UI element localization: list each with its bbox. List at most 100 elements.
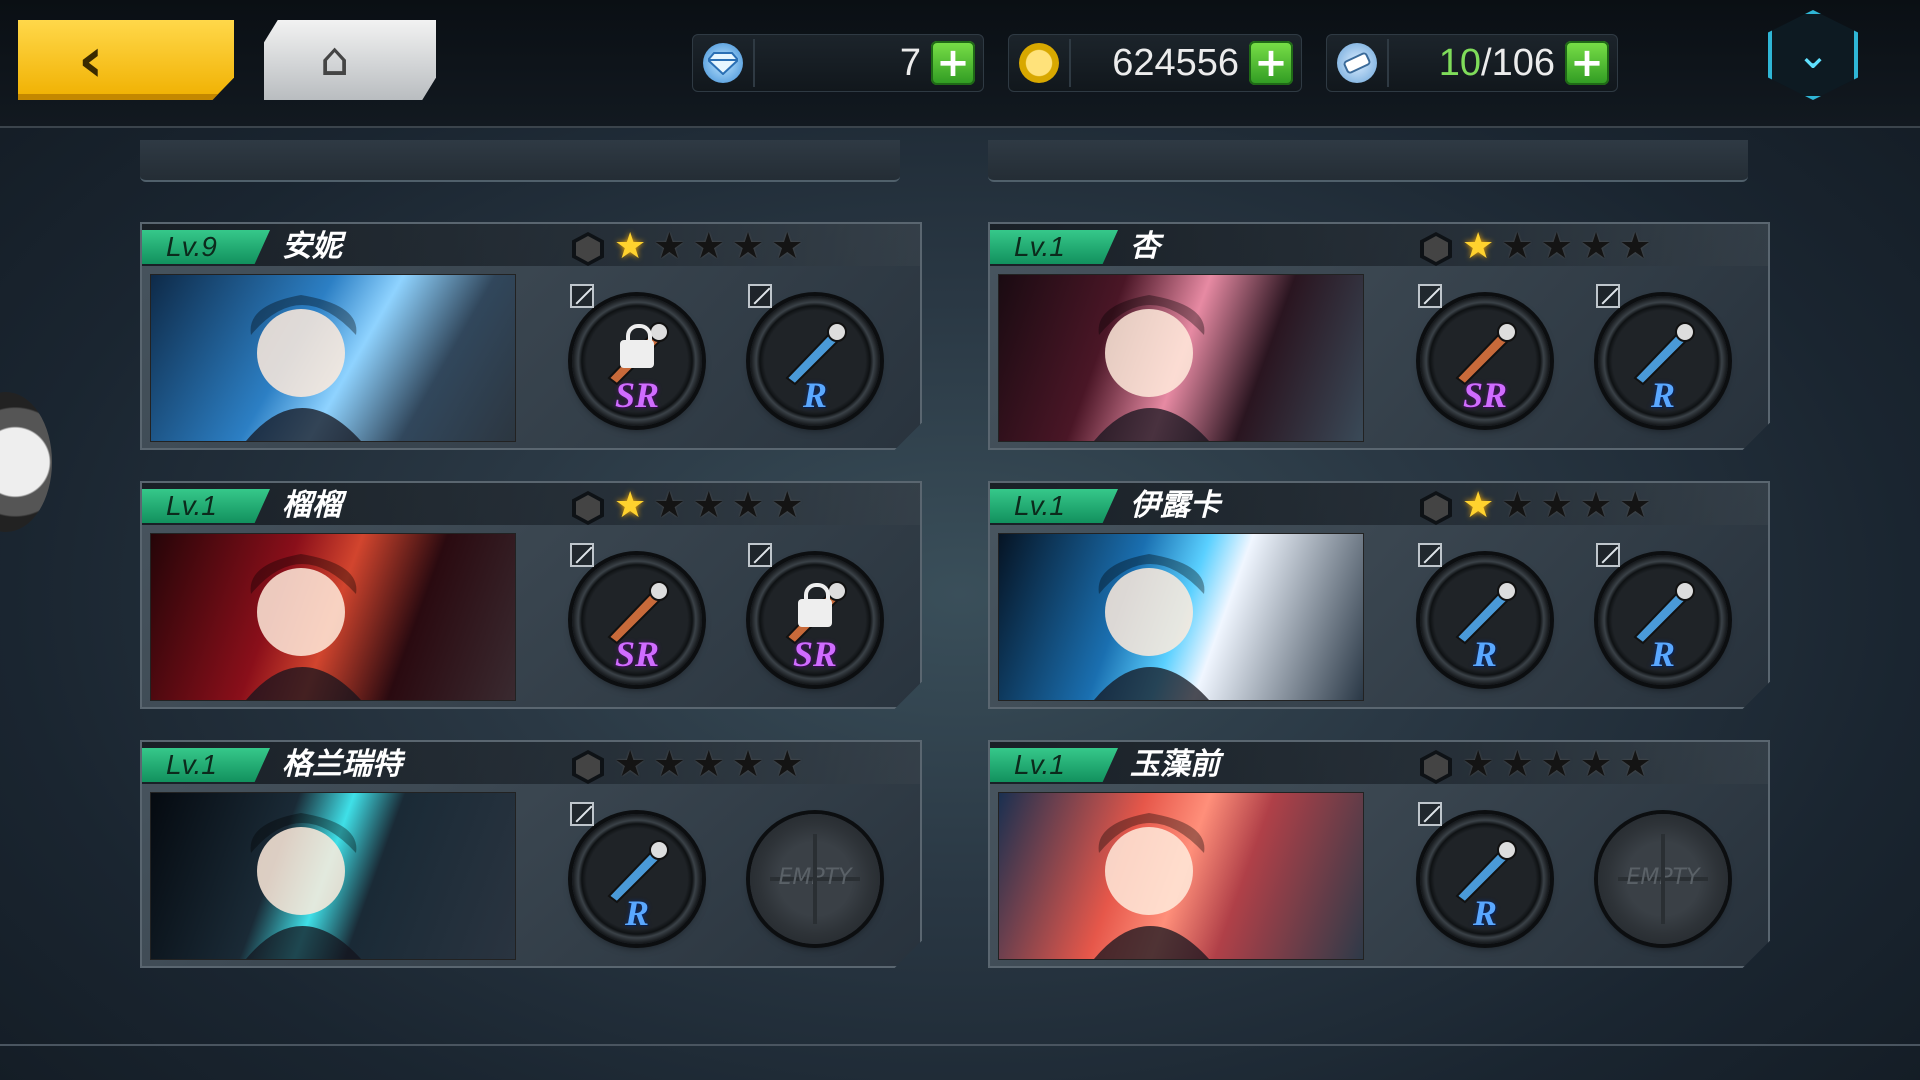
character-name: 玉藻前 xyxy=(1130,747,1220,782)
star-icon: ★ xyxy=(1579,485,1613,526)
edit-icon[interactable] xyxy=(570,802,594,826)
lock-icon xyxy=(798,583,832,627)
character-name: 格兰瑞特 xyxy=(282,747,402,782)
character-silhouette xyxy=(246,813,361,959)
star-icon: ★ xyxy=(1579,744,1613,785)
rarity-label: SR xyxy=(1462,375,1508,415)
character-card[interactable]: Lv.1 榴榴 ★ ★ ★ ★ ★ SR SR xyxy=(140,481,922,709)
edit-icon[interactable] xyxy=(1418,284,1442,308)
character-silhouette xyxy=(246,295,361,441)
partial-card-top-left xyxy=(140,140,900,182)
rarity-label: R xyxy=(1472,634,1497,674)
top-bar: ‹ ⌂ 7 + 624556 + 10/106 + ⌄ xyxy=(0,0,1920,128)
character-portrait xyxy=(998,533,1364,701)
character-card[interactable]: Lv.1 格兰瑞特 ★ ★ ★ ★ ★ R EMPTY xyxy=(140,740,922,968)
edit-icon[interactable] xyxy=(570,543,594,567)
gem-icon xyxy=(703,43,743,83)
star-icon: ★ xyxy=(731,485,765,526)
edit-icon[interactable] xyxy=(1596,284,1620,308)
stamina-max: /106 xyxy=(1481,42,1555,84)
rarity-label: SR xyxy=(614,634,660,674)
star-icon: ★ xyxy=(1462,485,1495,526)
panda-side-token[interactable] xyxy=(0,392,52,532)
star-icon: ★ xyxy=(614,744,647,785)
star-rating: ★ ★ ★ ★ ★ xyxy=(614,228,803,266)
character-name: 杏 xyxy=(1130,229,1160,264)
ticket-icon xyxy=(1337,43,1377,83)
rarity-label: R xyxy=(624,893,649,933)
equipment-slot[interactable]: R xyxy=(1418,543,1550,685)
empty-label: EMPTY xyxy=(778,865,852,890)
menu-dropdown-button[interactable]: ⌄ xyxy=(1768,10,1858,100)
stamina-value: 10/106 xyxy=(1439,41,1555,85)
character-portrait xyxy=(150,274,516,442)
add-stamina-button[interactable]: + xyxy=(1565,41,1609,85)
home-button[interactable]: ⌂ xyxy=(264,20,436,100)
star-rating: ★ ★ ★ ★ ★ xyxy=(1462,487,1651,525)
equipment-slot[interactable]: SR xyxy=(570,543,702,685)
equipment-slot[interactable]: SR xyxy=(748,543,880,685)
character-silhouette xyxy=(1094,295,1209,441)
coin-counter: 624556 + xyxy=(1008,34,1302,92)
star-icon: ★ xyxy=(1501,485,1534,526)
rarity-label: R xyxy=(1650,375,1675,415)
level-badge: Lv.1 xyxy=(990,748,1118,782)
character-silhouette xyxy=(246,554,361,700)
star-icon: ★ xyxy=(1579,226,1613,267)
star-icon: ★ xyxy=(692,226,725,267)
add-coins-button[interactable]: + xyxy=(1249,41,1293,85)
edit-icon[interactable] xyxy=(748,543,772,567)
star-icon: ★ xyxy=(1462,226,1495,267)
empty-label: EMPTY xyxy=(1626,865,1700,890)
bottom-divider xyxy=(0,1044,1920,1046)
character-silhouette xyxy=(1094,813,1209,959)
home-icon: ⌂ xyxy=(320,32,350,86)
chevron-down-icon: ⌄ xyxy=(1796,32,1830,78)
gem-value: 7 xyxy=(899,42,921,84)
equipment-slot[interactable]: SR xyxy=(1418,284,1550,426)
star-rating: ★ ★ ★ ★ ★ xyxy=(1462,746,1651,784)
equipment-slot[interactable]: R xyxy=(1596,543,1728,685)
rarity-label: R xyxy=(1472,893,1497,933)
equipment-slot-empty[interactable]: EMPTY xyxy=(750,814,880,944)
star-rating: ★ ★ ★ ★ ★ xyxy=(1462,228,1651,266)
star-icon: ★ xyxy=(1619,226,1652,267)
equipment-slot[interactable]: R xyxy=(748,284,880,426)
rarity-label: SR xyxy=(614,375,660,415)
equipment-slot-empty[interactable]: EMPTY xyxy=(1598,814,1728,944)
equipment-slot[interactable]: R xyxy=(1418,802,1550,944)
level-badge: Lv.1 xyxy=(990,489,1118,523)
edit-icon[interactable] xyxy=(1418,543,1442,567)
star-icon: ★ xyxy=(692,485,725,526)
character-name: 安妮 xyxy=(282,229,342,264)
add-gems-button[interactable]: + xyxy=(931,41,975,85)
star-icon: ★ xyxy=(1619,485,1652,526)
star-icon: ★ xyxy=(1540,485,1573,526)
character-portrait xyxy=(150,533,516,701)
star-icon: ★ xyxy=(614,226,647,267)
edit-icon[interactable] xyxy=(570,284,594,308)
edit-icon[interactable] xyxy=(748,284,772,308)
back-button[interactable]: ‹ xyxy=(18,20,234,100)
stamina-current: 10 xyxy=(1438,42,1482,84)
edit-icon[interactable] xyxy=(1418,802,1442,826)
star-icon: ★ xyxy=(1540,226,1573,267)
star-icon: ★ xyxy=(771,744,804,785)
star-icon: ★ xyxy=(731,226,765,267)
star-icon: ★ xyxy=(731,744,765,785)
level-badge: Lv.1 xyxy=(142,489,270,523)
star-icon: ★ xyxy=(653,744,686,785)
coin-value: 624556 xyxy=(1112,42,1239,84)
equipment-slot[interactable]: SR xyxy=(570,284,702,426)
character-card[interactable]: Lv.1 杏 ★ ★ ★ ★ ★ SR R xyxy=(988,222,1770,450)
character-card[interactable]: Lv.9 安妮 ★ ★ ★ ★ ★ SR R xyxy=(140,222,922,450)
character-card[interactable]: Lv.1 伊露卡 ★ ★ ★ ★ ★ R R xyxy=(988,481,1770,709)
character-card[interactable]: Lv.1 玉藻前 ★ ★ ★ ★ ★ R EMPTY xyxy=(988,740,1770,968)
equipment-slot[interactable]: R xyxy=(570,802,702,944)
coin-icon xyxy=(1019,43,1059,83)
star-icon: ★ xyxy=(1540,744,1573,785)
equipment-slot[interactable]: R xyxy=(1596,284,1728,426)
rarity-label: R xyxy=(802,375,827,415)
edit-icon[interactable] xyxy=(1596,543,1620,567)
star-icon: ★ xyxy=(1501,744,1534,785)
